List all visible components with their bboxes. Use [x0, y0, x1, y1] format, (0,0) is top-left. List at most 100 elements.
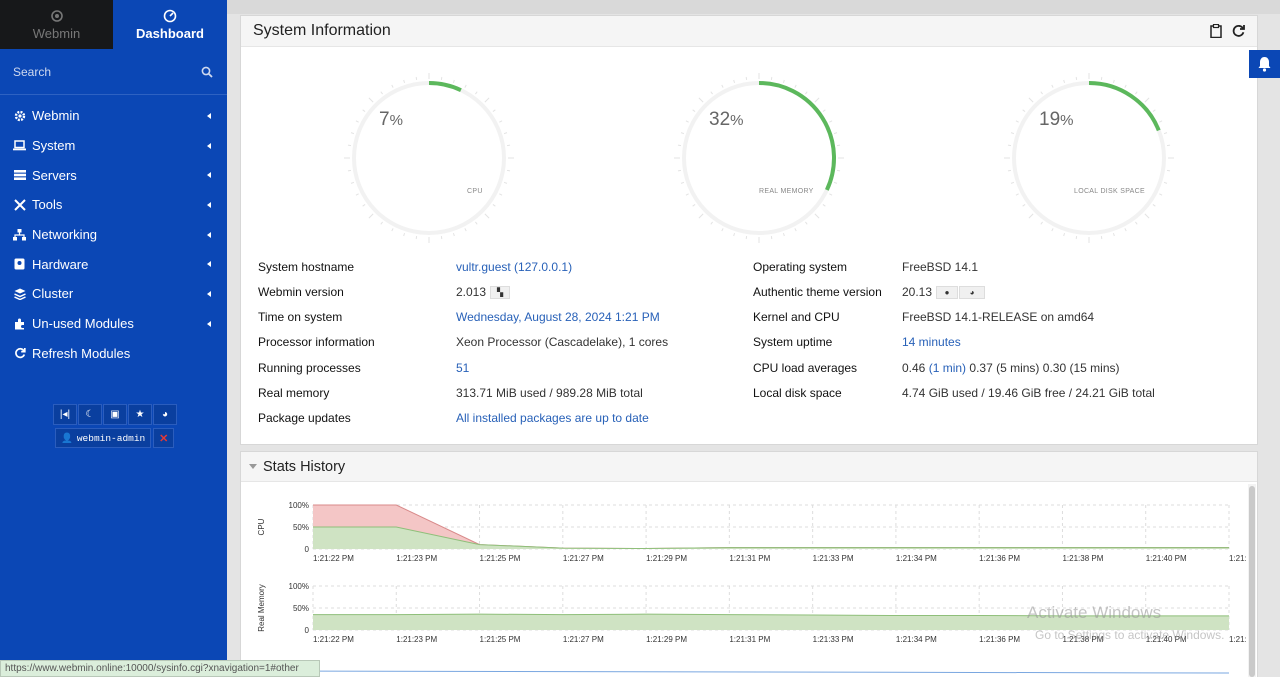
notifications-button[interactable]	[1249, 50, 1280, 78]
load-1: 0.46	[902, 361, 926, 375]
terminal-button[interactable]: ▣	[103, 404, 127, 425]
chart-xtick: 1:21:33 PM	[813, 635, 854, 644]
gauge-tick	[1028, 97, 1034, 103]
gauge-tick	[1124, 228, 1127, 232]
chart-xtick: 1:21:42 PM	[1229, 635, 1246, 644]
search-icon[interactable]	[201, 66, 213, 78]
favorites-button[interactable]: ★	[128, 404, 152, 425]
gauge-tick	[1152, 204, 1156, 207]
theme-settings-button[interactable]: ◕	[153, 404, 177, 425]
caret-left-icon	[207, 201, 211, 208]
theme-info-button[interactable]: ●	[936, 286, 959, 300]
modules-button[interactable]: ▚	[490, 286, 511, 300]
night-mode-button[interactable]: ☾	[78, 404, 102, 425]
scrollbar[interactable]	[1248, 484, 1256, 677]
gauge-tick	[1051, 228, 1054, 232]
gauge-tick	[782, 232, 785, 237]
chart-xtick: 1:21:23 PM	[396, 554, 437, 563]
sidebar-item-hardware[interactable]: Hardware	[0, 249, 227, 279]
sidebar-item-refresh-modules[interactable]: Refresh Modules	[0, 339, 227, 369]
os-value: FreeBSD 14.1	[902, 260, 979, 274]
sidebar-search	[0, 49, 227, 95]
sidebar-item-system[interactable]: System	[0, 131, 227, 161]
theme-config-button[interactable]: ◕	[959, 286, 986, 300]
gauge-tick	[380, 91, 383, 95]
sidebar-item-networking[interactable]: Networking	[0, 220, 227, 250]
gauge-tick	[805, 91, 808, 95]
gauge-tick	[833, 132, 838, 135]
refresh-icon	[13, 347, 26, 360]
gauge-tick	[503, 181, 508, 184]
sidebar-item-webmin[interactable]: Webmin	[0, 101, 227, 131]
gauge-arc	[428, 81, 462, 92]
chart-xtick: 1:21:27 PM	[563, 554, 604, 563]
chart-xtick: 1:21:29 PM	[646, 635, 687, 644]
sidebar-item-unused-modules[interactable]: Un-used Modules	[0, 309, 227, 339]
chart-xtick: 1:21:38 PM	[1062, 554, 1103, 563]
gauge-tick	[403, 232, 406, 237]
gauge-tick	[822, 204, 826, 207]
panel-header[interactable]: Stats History	[241, 452, 1257, 482]
load-1-label: (1 min)	[928, 361, 967, 375]
system-info-panel: System Information 7% CPU 32% REAL MEMOR…	[240, 15, 1258, 445]
time-link[interactable]: Wednesday, August 28, 2024 1:21 PM	[456, 310, 660, 324]
gauge-tick	[805, 221, 808, 225]
gauge-tick	[721, 84, 724, 88]
cubes-icon: ▚	[496, 288, 504, 298]
info-row-disk: Local disk space 4.74 GiB used / 19.46 G…	[753, 386, 1155, 400]
info-label: Webmin version	[258, 285, 344, 299]
theme-version: 20.13	[902, 285, 933, 299]
chart-xtick: 1:21:36 PM	[979, 554, 1020, 563]
gauge-label: REAL MEMORY	[759, 188, 814, 195]
tab-webmin[interactable]: Webmin	[0, 0, 113, 49]
gauge-tick	[1040, 221, 1043, 225]
sidebar-menu: Webmin System Servers Tools Networking H…	[0, 101, 227, 368]
hostname-link[interactable]: vultr.guest (127.0.0.1)	[456, 260, 572, 274]
sidebar-item-servers[interactable]: Servers	[0, 160, 227, 190]
logout-button[interactable]: ✕	[153, 428, 175, 448]
user-button[interactable]: 👤 webmin-admin	[55, 428, 152, 448]
gauge-tick	[355, 120, 359, 123]
gauge-tick	[1063, 79, 1066, 84]
sidebar-item-label: Cluster	[32, 286, 74, 302]
star-icon: ★	[135, 409, 145, 420]
gauge-tick	[475, 221, 478, 225]
processor-value: Xeon Processor (Cascadelake), 1 cores	[456, 335, 669, 349]
load-5: 0.37	[969, 361, 993, 375]
gauge-tick	[1135, 91, 1138, 95]
gauge-tick	[1040, 91, 1043, 95]
chart-ytick: 50%	[293, 523, 309, 532]
gauge-tick	[492, 204, 496, 207]
search-input[interactable]	[13, 64, 173, 79]
gauge-tick	[680, 181, 685, 184]
chart-xtick: 1:21:31 PM	[729, 635, 770, 644]
sidebar-item-tools[interactable]: Tools	[0, 190, 227, 220]
info-row-processor: Processor information Xeon Processor (Ca…	[258, 335, 668, 349]
info-left: System hostname vultr.guest (127.0.0.1) …	[258, 260, 738, 430]
clipboard-icon[interactable]	[1210, 24, 1222, 38]
sidebar-item-cluster[interactable]: Cluster	[0, 279, 227, 309]
cpu-gauge: 7% CPU	[344, 73, 514, 243]
memory-value: 313.71 MiB used / 989.28 MiB total	[456, 386, 643, 400]
processes-link[interactable]: 51	[456, 361, 469, 375]
gauge-tick	[1112, 79, 1115, 84]
user-icon: 👤	[61, 432, 73, 444]
chart-xtick: 1:21:40 PM	[1146, 554, 1187, 563]
terminal-icon: ▣	[110, 409, 120, 420]
sidebar-toggle-button[interactable]: |◂|	[53, 404, 77, 425]
info-row-hostname: System hostname vultr.guest (127.0.0.1)	[258, 260, 572, 274]
reload-icon[interactable]	[1232, 24, 1245, 37]
tab-dashboard[interactable]: Dashboard	[113, 0, 227, 49]
gauge-tick	[492, 109, 496, 112]
gauge-tick	[733, 232, 736, 237]
chart-ytick: 100%	[289, 501, 309, 510]
packages-link[interactable]: All installed packages are up to date	[456, 411, 649, 425]
gauge-tick	[1051, 84, 1054, 88]
uptime-link[interactable]: 14 minutes	[902, 335, 961, 349]
caret-left-icon	[207, 290, 211, 297]
logout-icon: ✕	[159, 432, 169, 445]
load-15-label: (15 mins)	[1069, 361, 1120, 375]
caret-left-icon	[207, 172, 211, 179]
scrollbar-thumb[interactable]	[1249, 486, 1255, 677]
info-row-webmin-version: Webmin version 2.013 ▚	[258, 285, 511, 300]
